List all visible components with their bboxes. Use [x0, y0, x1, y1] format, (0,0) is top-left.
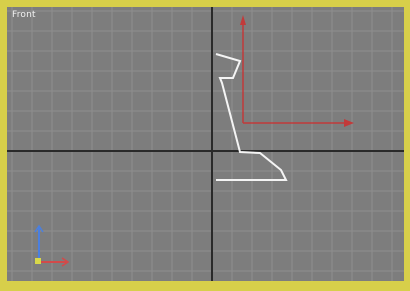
viewport-label[interactable]: Front: [12, 10, 36, 20]
selected-spline[interactable]: [215, 53, 288, 181]
viewport-canvas[interactable]: [0, 0, 410, 291]
tripod-origin: [35, 258, 41, 264]
gizmo-y-arrowhead: [240, 15, 246, 25]
viewport-grid: [7, 7, 404, 281]
